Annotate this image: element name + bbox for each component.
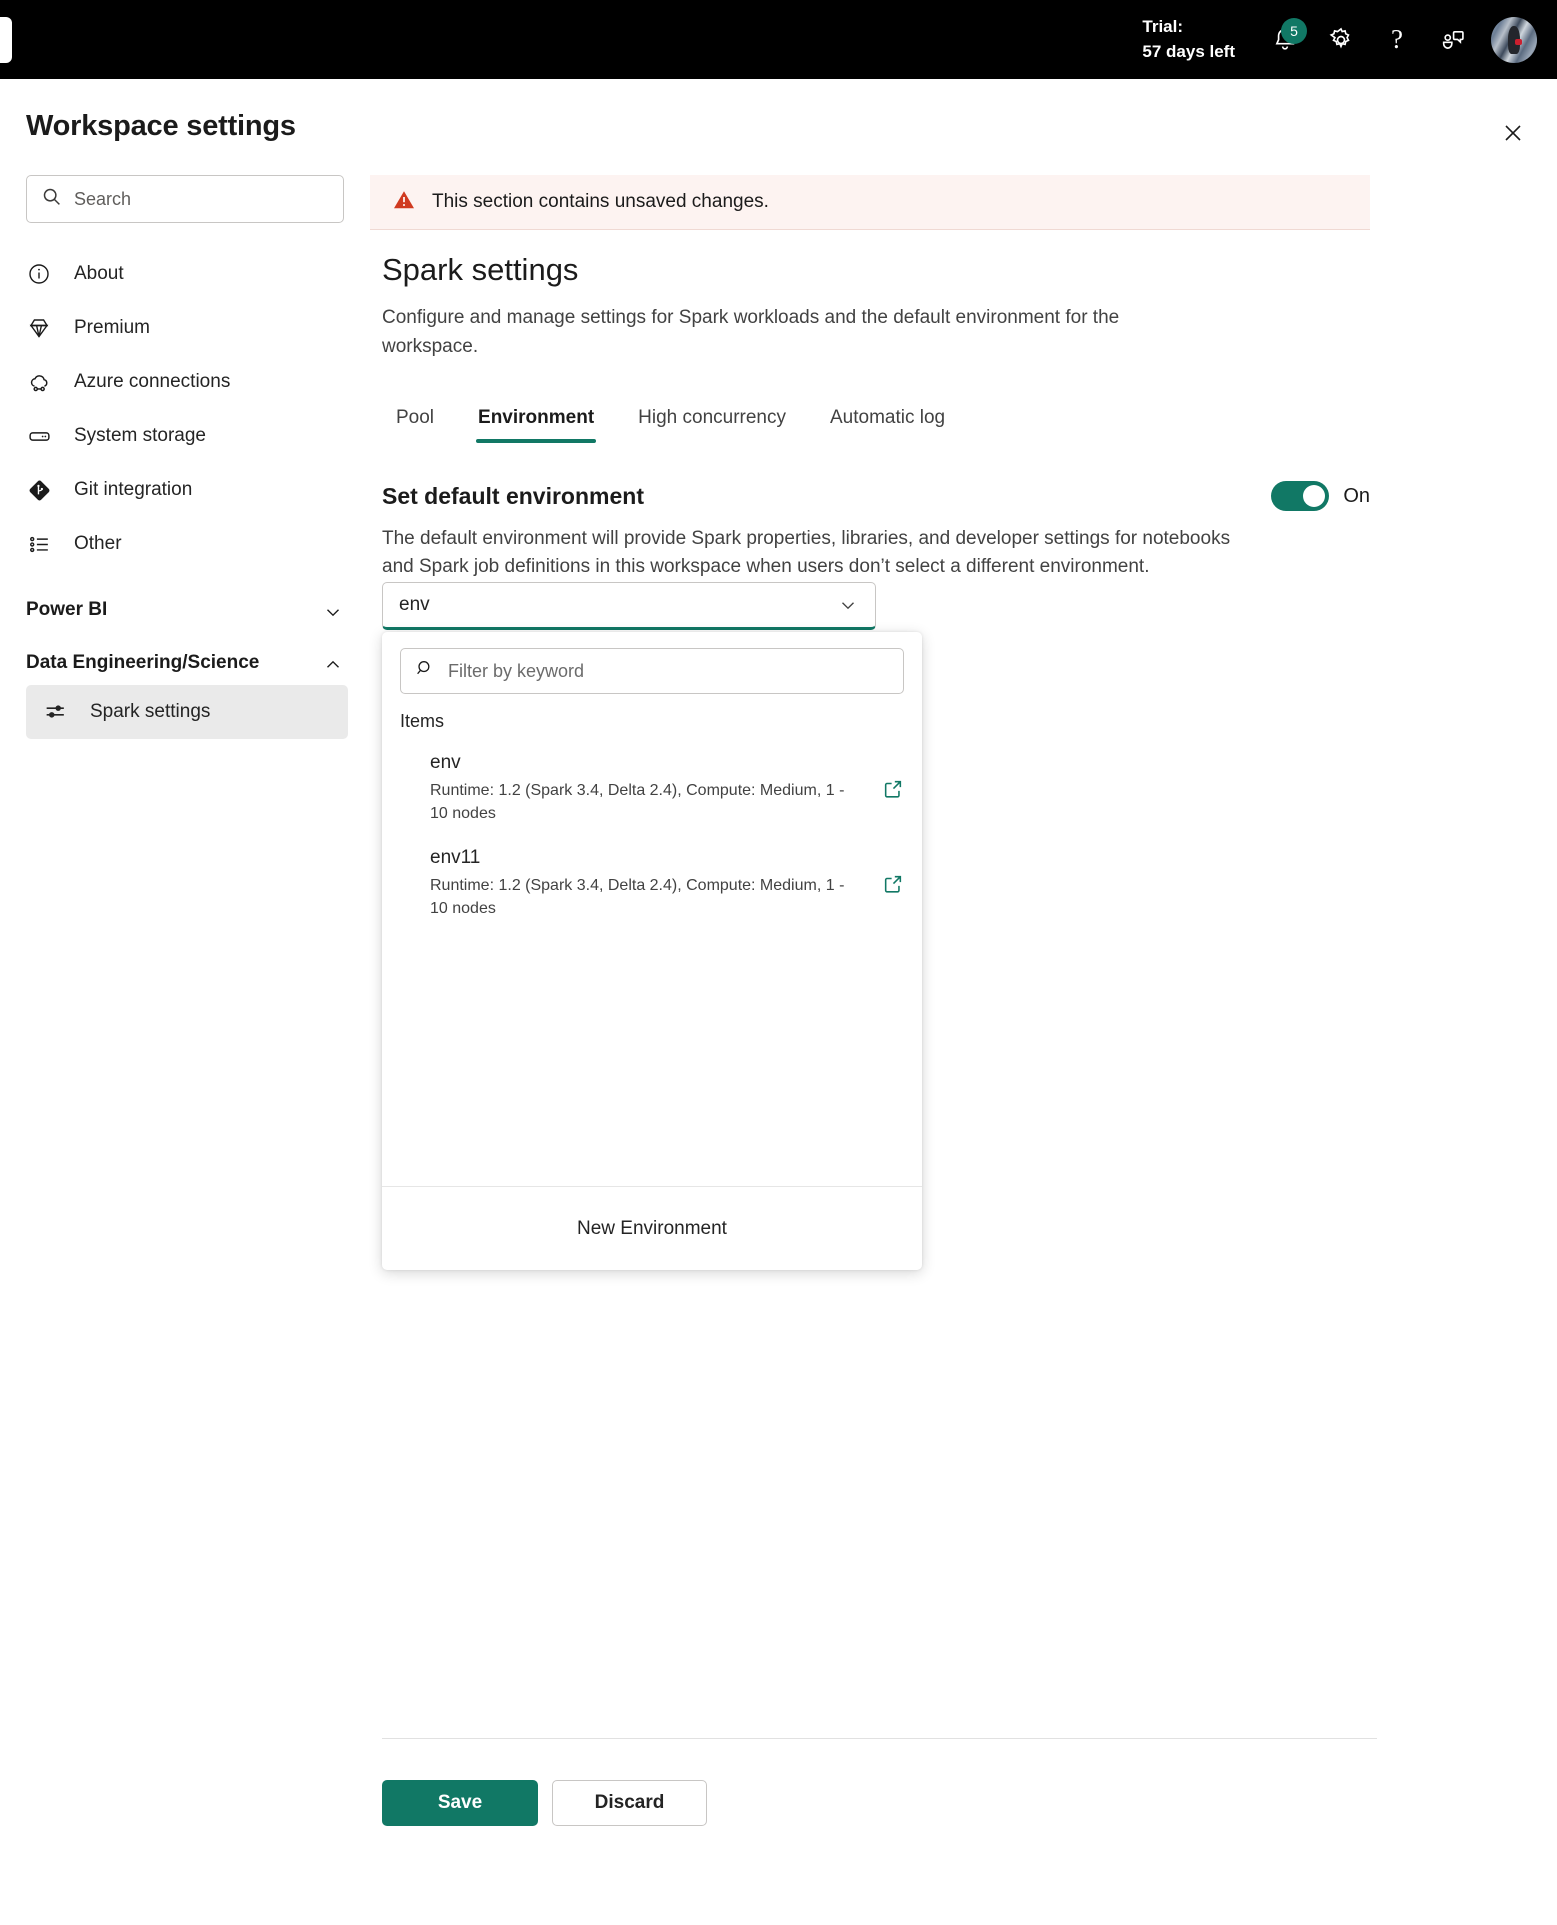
topbar-actions: Trial: 57 days left 5 ? (1142, 0, 1537, 79)
close-button[interactable] (1491, 112, 1535, 156)
search-input[interactable] (74, 188, 329, 210)
chevron-down-icon (837, 594, 859, 616)
settings-sidebar: About Premium Azure connections (0, 175, 370, 739)
cloud-link-icon (26, 369, 52, 395)
sidebar-item-about[interactable]: About (0, 247, 370, 301)
unsaved-changes-banner: This section contains unsaved changes. (370, 175, 1370, 230)
dropdown-filter[interactable] (400, 648, 904, 694)
sidebar-item-label: Premium (74, 317, 151, 338)
settings-button[interactable] (1313, 12, 1369, 68)
toggle-knob (1303, 485, 1326, 507)
tab-high-concurrency[interactable]: High concurrency (616, 401, 808, 443)
setting-description: The default environment will provide Spa… (382, 528, 1231, 577)
dropdown-group-label: Items (400, 711, 445, 731)
search-icon (41, 186, 62, 212)
sidebar-item-label: Git integration (74, 479, 193, 500)
section-title: Spark settings (382, 252, 579, 287)
dropdown-filter-input[interactable] (448, 660, 889, 682)
toggle-state-label: On (1343, 484, 1370, 507)
new-environment-label: New Environment (577, 1217, 727, 1239)
search-icon (415, 658, 436, 684)
sidebar-group-label: Power BI (26, 599, 108, 620)
open-in-new-icon[interactable] (882, 873, 904, 895)
notification-count-badge: 5 (1281, 17, 1307, 44)
list-item-content: env Runtime: 1.2 (Spark 3.4, Delta 2.4),… (430, 750, 870, 825)
feedback-button[interactable] (1425, 12, 1481, 68)
sliders-icon (42, 699, 68, 725)
open-in-new-icon[interactable] (882, 778, 904, 800)
sidebar-item-label: Spark settings (90, 700, 211, 722)
set-default-environment-row: Set default environment On (382, 481, 1370, 511)
git-branch-icon (26, 477, 52, 503)
sidebar-item-git-integration[interactable]: Git integration (0, 463, 370, 517)
footer-actions: Save Discard (382, 1780, 707, 1826)
environment-combobox[interactable]: env (382, 582, 876, 630)
settings-tabs: Pool Environment High concurrency Automa… (382, 401, 1557, 443)
gear-icon (1327, 26, 1355, 54)
dropdown-item-list[interactable]: env Runtime: 1.2 (Spark 3.4, Delta 2.4),… (382, 740, 922, 1186)
help-button[interactable]: ? (1369, 12, 1425, 68)
combobox-value: env (399, 594, 430, 615)
list-item-details: Runtime: 1.2 (Spark 3.4, Delta 2.4), Com… (430, 781, 845, 822)
sidebar-nav-list: About Premium Azure connections System s… (0, 247, 370, 571)
sidebar-item-other[interactable]: Other (0, 517, 370, 571)
sidebar-item-spark-settings[interactable]: Spark settings (26, 684, 348, 739)
feedback-chat-icon (1439, 26, 1467, 54)
footer-divider (382, 1738, 1377, 1739)
top-app-bar: Trial: 57 days left 5 ? (0, 0, 1557, 79)
tab-pool[interactable]: Pool (382, 401, 456, 443)
trial-days-remaining: 57 days left (1142, 41, 1235, 61)
chevron-down-icon (322, 601, 344, 623)
bulleted-list-icon (26, 531, 52, 557)
sidebar-group-label: Data Engineering/Science (26, 651, 260, 673)
main-content: This section contains unsaved changes. S… (370, 175, 1557, 1826)
sidebar-item-label: System storage (74, 425, 206, 446)
tab-environment[interactable]: Environment (456, 401, 616, 443)
list-item[interactable]: env Runtime: 1.2 (Spark 3.4, Delta 2.4),… (382, 740, 922, 835)
sidebar-item-label: Azure connections (74, 371, 231, 392)
toggle-track (1271, 481, 1330, 511)
sidebar-item-label: About (74, 263, 124, 284)
list-item-name: env11 (430, 847, 481, 869)
environment-dropdown-panel: Items env Runtime: 1.2 (Spark 3.4, Delta… (382, 632, 922, 1270)
save-button[interactable]: Save (382, 1780, 538, 1826)
list-item-details: Runtime: 1.2 (Spark 3.4, Delta 2.4), Com… (430, 876, 845, 917)
trial-status: Trial: 57 days left (1142, 15, 1235, 64)
app-logo-chip (0, 17, 12, 63)
list-item[interactable]: env11 Runtime: 1.2 (Spark 3.4, Delta 2.4… (382, 835, 922, 930)
sidebar-group-power-bi[interactable]: Power BI (0, 597, 370, 624)
page-title: Workspace settings (26, 110, 296, 142)
close-icon (1501, 121, 1525, 148)
diamond-icon (26, 315, 52, 341)
trial-label: Trial: (1142, 16, 1184, 36)
sidebar-item-premium[interactable]: Premium (0, 301, 370, 355)
banner-text: This section contains unsaved changes. (432, 191, 769, 212)
list-item-content: env11 Runtime: 1.2 (Spark 3.4, Delta 2.4… (430, 845, 870, 920)
sidebar-search[interactable] (26, 175, 344, 223)
chevron-up-icon (322, 654, 344, 676)
section-description: Configure and manage settings for Spark … (382, 307, 1120, 357)
storage-icon (26, 423, 52, 449)
setting-title: Set default environment (382, 482, 644, 509)
sidebar-item-label: Other (74, 533, 122, 554)
notifications-button[interactable]: 5 (1257, 12, 1313, 68)
warning-triangle-icon (392, 188, 416, 217)
list-item-name: env (430, 752, 461, 773)
set-default-environment-toggle[interactable]: On (1271, 481, 1370, 511)
sidebar-group-data-engineering-science[interactable]: Data Engineering/Science (0, 650, 370, 677)
question-mark-icon: ? (1391, 24, 1403, 54)
avatar[interactable] (1491, 16, 1537, 63)
new-environment-button[interactable]: New Environment (382, 1186, 922, 1270)
info-circle-icon (26, 261, 52, 287)
discard-button[interactable]: Discard (552, 1780, 707, 1826)
sidebar-item-azure-connections[interactable]: Azure connections (0, 355, 370, 409)
tab-automatic-log[interactable]: Automatic log (808, 401, 967, 443)
sidebar-item-system-storage[interactable]: System storage (0, 409, 370, 463)
